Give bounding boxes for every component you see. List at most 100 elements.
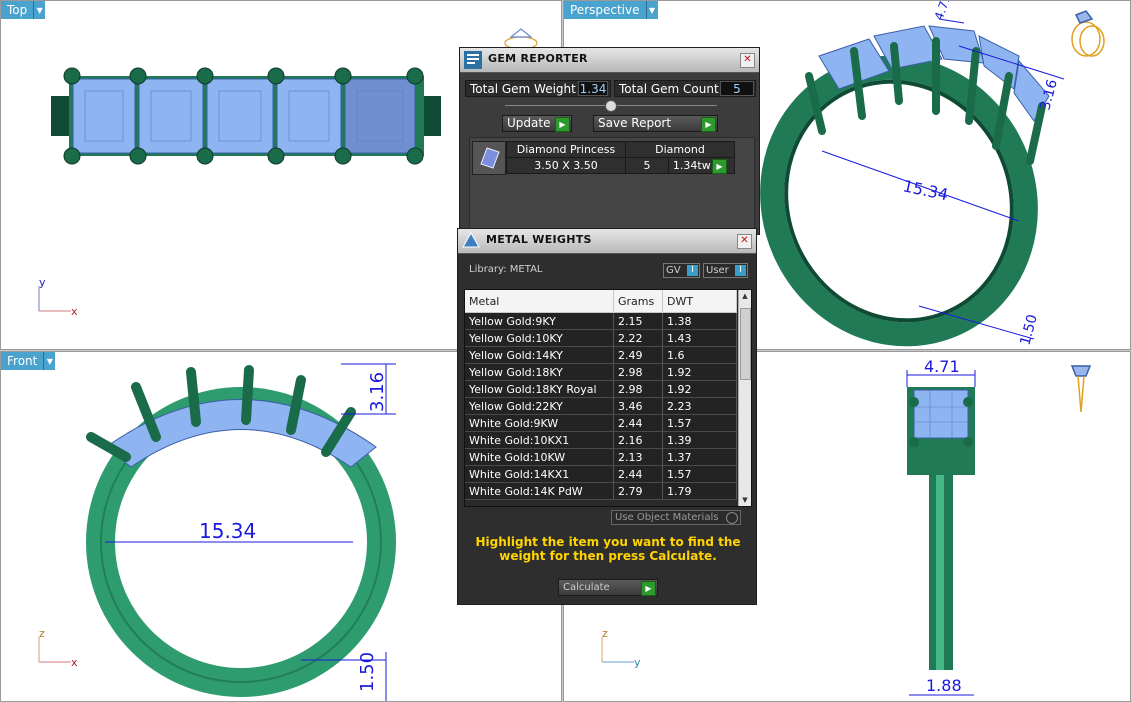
metal-name: Yellow Gold:9KY	[465, 312, 614, 330]
metal-grams: 2.79	[613, 482, 663, 500]
viewport-front-label: Front	[1, 352, 44, 370]
scroll-up-icon[interactable]: ▲	[739, 290, 751, 302]
dim-band: 1.50	[357, 652, 378, 692]
calculate-hint: Highlight the item you want to find the …	[475, 535, 741, 563]
toggle-icon: I	[735, 265, 746, 276]
gem-reporter-titlebar[interactable]: GEM REPORTER ✕	[460, 48, 759, 73]
report-icon	[464, 51, 482, 69]
metal-grams: 2.13	[613, 448, 663, 466]
gem-material: Diamond	[625, 141, 735, 158]
table-row[interactable]: Yellow Gold:22KY 3.46 2.23	[465, 397, 737, 415]
radio-icon	[726, 512, 738, 524]
axis-y-label: y	[39, 276, 46, 289]
metal-dwt: 1.57	[662, 465, 737, 483]
toggle-icon: I	[687, 265, 698, 276]
metal-name: White Gold:10KW	[465, 448, 614, 466]
dim-bottom-width: 1.88	[926, 676, 962, 695]
close-icon[interactable]: ✕	[737, 234, 752, 249]
gem-reporter-title: GEM REPORTER	[488, 52, 588, 65]
axis-z-label: z	[39, 627, 45, 640]
gem-reporter-panel: GEM REPORTER ✕ Total Gem Weight 1.34 Tot…	[459, 47, 760, 235]
viewport-perspective-tab[interactable]: Perspective ▼	[564, 1, 658, 19]
table-row[interactable]: White Gold:14K PdW 2.79 1.79	[465, 482, 737, 500]
gem-side-icon	[1070, 365, 1092, 413]
play-icon: ▶	[641, 581, 656, 596]
table-row[interactable]: White Gold:14KX1 2.44 1.57	[465, 465, 737, 483]
gem-count: 5	[625, 157, 669, 174]
dim-height: 3.16	[1037, 78, 1061, 112]
use-object-materials-checkbox[interactable]: Use Object Materials	[611, 510, 741, 525]
metal-grams: 2.22	[613, 329, 663, 347]
table-row[interactable]: White Gold:9KW 2.44 1.57	[465, 414, 737, 432]
table-row[interactable]: Yellow Gold:9KY 2.15 1.38	[465, 312, 737, 330]
table-row[interactable]: White Gold:10KW 2.13 1.37	[465, 448, 737, 466]
metal-name: White Gold:14K PdW	[465, 482, 614, 500]
user-toggle[interactable]: User I	[703, 263, 748, 278]
table-row[interactable]: Yellow Gold:18KY 2.98 1.92	[465, 363, 737, 381]
update-button[interactable]: Update ▶	[502, 115, 572, 132]
metal-dwt: 1.37	[662, 448, 737, 466]
column-header[interactable]: Grams	[613, 290, 663, 313]
metal-grams: 2.98	[613, 380, 663, 398]
scroll-down-icon[interactable]: ▼	[739, 494, 751, 506]
close-icon[interactable]: ✕	[740, 53, 755, 68]
axis-x-label: x	[71, 656, 78, 669]
metal-grams: 2.44	[613, 414, 663, 432]
metal-weights-panel: METAL WEIGHTS ✕ Library: METAL GV I User I…	[457, 228, 757, 605]
metal-dwt: 1.92	[662, 363, 737, 381]
library-label: Library: METAL	[469, 264, 543, 275]
slider-handle[interactable]	[605, 100, 617, 112]
table-row[interactable]: White Gold:10KX1 2.16 1.39	[465, 431, 737, 449]
metal-weights-titlebar[interactable]: METAL WEIGHTS ✕	[458, 229, 756, 254]
chevron-down-icon[interactable]: ▼	[33, 1, 46, 19]
gv-toggle-label: GV	[666, 265, 681, 276]
dim-band: 1.50	[1017, 313, 1041, 347]
chevron-down-icon[interactable]: ▼	[645, 1, 658, 19]
update-button-label: Update	[507, 116, 551, 130]
axis-x-label: x	[71, 305, 78, 318]
metal-grams: 2.16	[613, 431, 663, 449]
axis-y-label: y	[634, 656, 641, 669]
play-icon: ▶	[555, 117, 570, 132]
play-icon: ▶	[701, 117, 716, 132]
vertical-scrollbar[interactable]: ▲ ▼	[738, 290, 751, 506]
table-row[interactable]: Yellow Gold:10KY 2.22 1.43	[465, 329, 737, 347]
viewport-top-tab[interactable]: Top ▼	[1, 1, 46, 19]
dim-inner-diameter: 15.34	[901, 176, 950, 204]
user-toggle-label: User	[706, 265, 729, 276]
total-gem-count-value: 5	[720, 81, 754, 96]
metal-name: White Gold:9KW	[465, 414, 614, 432]
table-row[interactable]: Yellow Gold:14KY 2.49 1.6	[465, 346, 737, 364]
gem-thumbnail[interactable]	[472, 141, 506, 175]
ring-icon	[504, 28, 538, 50]
viewport-top-label: Top	[1, 1, 34, 19]
metal-grams: 2.15	[613, 312, 663, 330]
metal-dwt: 1.92	[662, 380, 737, 398]
play-icon[interactable]: ▶	[712, 159, 727, 174]
gem-row[interactable]: Diamond Princess Diamond 3.50 X 3.50 5 1…	[506, 141, 736, 174]
viewport-front-tab[interactable]: Front ▼	[1, 352, 56, 370]
gv-toggle[interactable]: GV I	[663, 263, 700, 278]
metal-name: White Gold:14KX1	[465, 465, 614, 483]
calculate-button[interactable]: Calculate ▶	[558, 579, 658, 596]
save-report-button[interactable]: Save Report ▶	[593, 115, 718, 132]
metal-grams: 2.49	[613, 346, 663, 364]
dim-top-width: 4.71	[932, 1, 954, 22]
column-header[interactable]: DWT	[662, 290, 737, 313]
metal-table-header: Metal Grams DWT	[465, 290, 737, 313]
table-row[interactable]: Yellow Gold:18KY Royal 2.98 1.92	[465, 380, 737, 398]
metal-name: Yellow Gold:14KY	[465, 346, 614, 364]
total-gem-weight-value: 1.34	[578, 81, 608, 96]
metal-dwt: 1.39	[662, 431, 737, 449]
scale-icon	[462, 231, 480, 248]
chevron-down-icon[interactable]: ▼	[43, 352, 56, 370]
column-header[interactable]: Metal	[465, 290, 614, 313]
use-object-materials-label: Use Object Materials	[615, 512, 719, 523]
viewport-perspective-label: Perspective	[564, 1, 646, 19]
gem-size: 3.50 X 3.50	[506, 157, 626, 174]
metal-dwt: 1.38	[662, 312, 737, 330]
metal-dwt: 1.6	[662, 346, 737, 364]
dim-height: 3.16	[367, 372, 388, 412]
metal-table[interactable]: Metal Grams DWT Yellow Gold:9KY 2.15 1.38 …	[464, 289, 752, 507]
scrollbar-thumb[interactable]	[740, 308, 751, 380]
